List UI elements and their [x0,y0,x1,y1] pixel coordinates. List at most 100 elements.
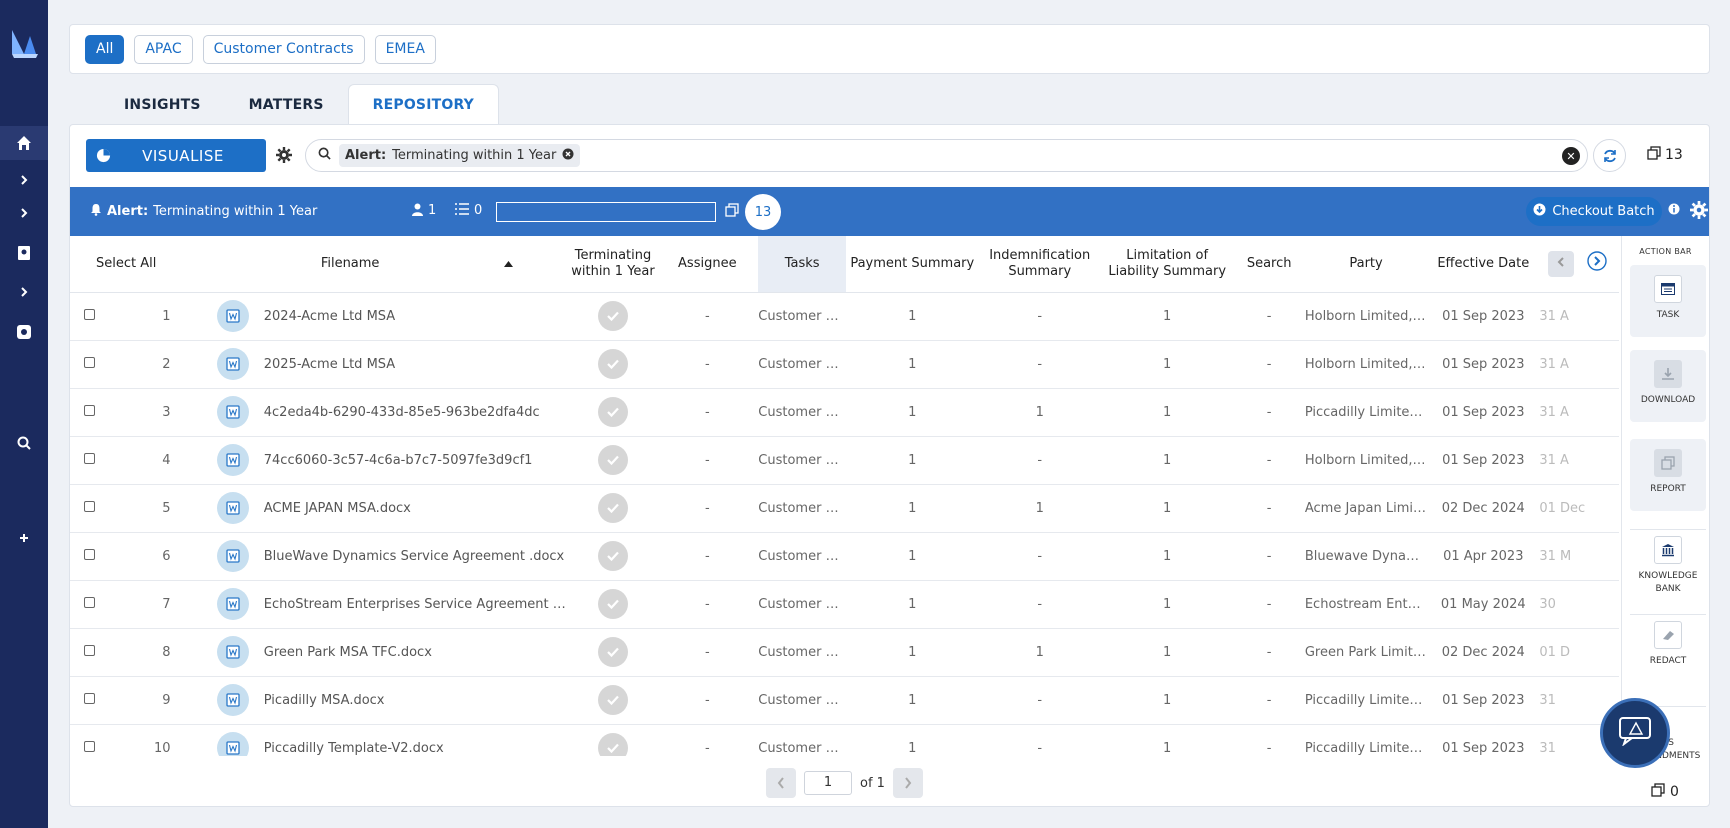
row-checkbox[interactable] [84,740,95,752]
filename-cell[interactable]: ACME JAPAN MSA.docx [263,484,570,533]
column-header-effective-date[interactable]: Effective Date [1427,236,1540,293]
row-checkbox[interactable] [84,452,95,464]
filename-cell[interactable]: Green Park MSA TFC.docx [263,628,570,677]
clear-search-icon[interactable]: ✕ [1562,147,1580,165]
batch-count-badge[interactable]: 13 [745,194,781,230]
table-row[interactable]: 6 BlueWave Dynamics Service Agreement .do… [70,532,1619,581]
table-row[interactable]: 9 Picadilly MSA.docx - Customer C... 1-1- Pic… [70,676,1619,725]
column-header-terminating[interactable]: Terminating within 1 Year [569,236,657,293]
contacts-book-icon[interactable] [0,236,48,270]
sort-asc-icon[interactable] [503,256,513,271]
search-tag-value: Terminating within 1 Year [392,148,557,163]
action-download-button[interactable]: DOWNLOAD [1630,350,1706,422]
row-checkbox[interactable] [84,404,95,416]
table-row[interactable]: 8 Green Park MSA TFC.docx - Customer C... 1 1… [70,628,1619,677]
filename-cell[interactable]: 74cc6060-3c57-4c6a-b7c7-5097fe3d9cf1 [263,436,570,485]
action-knowledge-bank-button[interactable]: KNOWLEDGE BANK [1630,529,1706,596]
table-row[interactable]: 3 4c2eda4b-6290-433d-85e5-963be2dfa4dc - Cu… [70,388,1619,437]
row-checkbox[interactable] [84,692,95,704]
search-cell: - [1233,676,1305,725]
table-row[interactable]: 7 EchoStream Enterprises Service Agreemen… [70,580,1619,629]
tasks-cell[interactable]: Customer C... [758,676,846,725]
row-checkbox[interactable] [84,500,95,512]
check-circle-icon [597,493,628,523]
table-row[interactable]: 5 ACME JAPAN MSA.docx - Customer C... 1 1 1- Ac… [70,484,1619,533]
select-all-label[interactable]: Select All [70,236,203,293]
prev-page-button[interactable] [766,768,796,798]
filename-cell[interactable]: Piccadilly Template-V2.docx [263,724,570,756]
gear-icon[interactable] [276,147,294,165]
tab-matters[interactable]: MATTERS [225,84,348,125]
chat-assistant-button[interactable] [1600,698,1670,768]
page-number-input[interactable]: 1 [804,771,852,795]
settings-icon[interactable] [0,315,48,349]
column-header-payment[interactable]: Payment Summary [845,236,979,293]
chip-apac[interactable]: APAC [134,34,193,64]
remove-tag-icon[interactable] [562,148,574,164]
batch-name-input[interactable] [496,202,716,222]
tasks-cell[interactable]: Customer C... [758,724,846,756]
app-logo[interactable] [8,24,40,60]
tasks-cell[interactable]: Customer C... [758,580,846,629]
chip-all[interactable]: All [85,34,125,64]
refresh-icon[interactable] [1593,139,1626,172]
tasks-cell[interactable]: Customer C... [758,292,846,341]
word-doc-icon [217,300,250,332]
column-header-search[interactable]: Search [1233,236,1305,293]
row-checkbox[interactable] [84,596,95,608]
chip-emea[interactable]: EMEA [374,34,436,64]
column-header-tasks[interactable]: Tasks [758,236,846,293]
tasks-cell[interactable]: Customer C... [758,436,846,485]
column-header-party[interactable]: Party [1304,236,1428,293]
filename-cell[interactable]: EchoStream Enterprises Service Agreement… [263,580,570,629]
info-icon[interactable] [1668,203,1680,219]
gear-icon[interactable] [1690,201,1708,223]
expand-chevron-icon[interactable] [0,196,48,230]
column-header-indemnification[interactable]: Indemnification Summary [978,236,1101,293]
tasks-cell[interactable]: Customer C... [758,532,846,581]
scroll-right-button[interactable] [1584,251,1610,277]
filename-cell[interactable]: 2025-Acme Ltd MSA [263,340,570,389]
tab-insights[interactable]: INSIGHTS [100,84,225,125]
action-task-button[interactable]: TASK [1630,265,1706,337]
chip-customer-contracts[interactable]: Customer Contracts [202,34,365,64]
tasks-cell[interactable]: Customer C... [758,388,846,437]
expand-chevron-icon[interactable] [0,163,48,197]
table-row[interactable]: 2 2025-Acme Ltd MSA - Customer C... 1-1- Holb… [70,340,1619,389]
check-circle-icon [597,541,628,571]
row-checkbox[interactable] [84,644,95,656]
file-type-cell [202,532,264,581]
action-report-button[interactable]: REPORT [1630,439,1706,511]
tasks-cell[interactable]: Customer C... [758,340,846,389]
column-header-filename[interactable]: Filename [263,236,570,293]
copy-icon[interactable] [725,203,739,221]
search-icon[interactable] [0,426,48,460]
filename-cell[interactable]: 2024-Acme Ltd MSA [263,292,570,341]
row-checkbox[interactable] [84,548,95,560]
search-cell: - [1233,532,1305,581]
tasks-cell[interactable]: Customer C... [758,484,846,533]
column-header-limitation[interactable]: Limitation of Liability Summary [1100,236,1234,293]
table-row[interactable]: 10 Piccadilly Template-V2.docx - Customer C… [70,724,1619,756]
tab-repository[interactable]: REPOSITORY [347,84,500,125]
filename-cell[interactable]: Picadilly MSA.docx [263,676,570,725]
next-page-button[interactable] [892,768,923,798]
people-count[interactable]: 1 [412,203,436,220]
scroll-left-button[interactable] [1548,250,1575,277]
tasks-cell[interactable]: Customer C... [758,628,846,677]
row-checkbox[interactable] [84,356,95,368]
table-row[interactable]: 4 74cc6060-3c57-4c6a-b7c7-5097fe3d9cf1- Cu… [70,436,1619,485]
filename-cell[interactable]: BlueWave Dynamics Service Agreement .doc… [263,532,570,581]
action-redact-button[interactable]: REDACT [1630,614,1706,668]
home-icon[interactable] [0,126,48,160]
task-count[interactable]: 0 [455,203,482,219]
column-header-assignee[interactable]: Assignee [656,236,759,293]
visualise-button[interactable]: VISUALISE [86,139,266,172]
row-checkbox[interactable] [84,308,95,320]
search-input[interactable]: Alert: Terminating within 1 Year ✕ [305,139,1588,172]
filename-cell[interactable]: 4c2eda4b-6290-433d-85e5-963be2dfa4dc [263,388,570,437]
add-icon[interactable] [0,521,48,555]
expand-chevron-icon[interactable] [0,275,48,309]
checkout-batch-button[interactable]: Checkout Batch [1526,197,1662,226]
table-row[interactable]: 1 2024-Acme Ltd MSA - Customer C... 1-1- Holb… [70,292,1619,341]
